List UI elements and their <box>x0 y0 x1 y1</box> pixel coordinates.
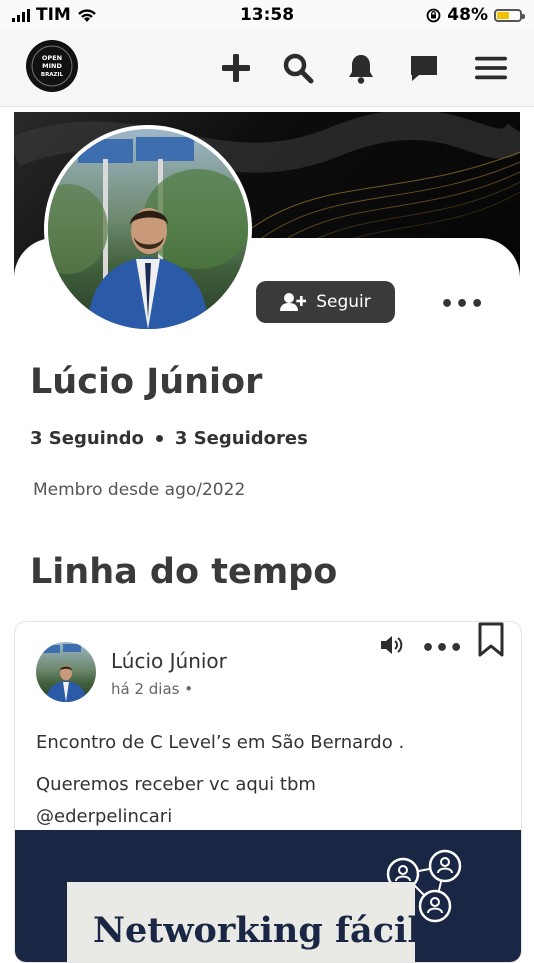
post-more-options-icon[interactable]: ••• <box>421 636 463 661</box>
follow-label: Seguir <box>316 292 371 312</box>
chat-icon[interactable] <box>408 52 440 84</box>
status-right: 48% <box>426 5 525 25</box>
brain-logo-icon: OPEN MIND BRAZIL <box>31 45 73 87</box>
post-date: há 2 dias • <box>111 680 194 698</box>
avatar-photo <box>48 129 248 329</box>
separator-dot <box>155 435 163 442</box>
plus-icon[interactable] <box>220 52 252 84</box>
follow-counts: 3 Seguindo 3 Seguidores <box>30 428 308 449</box>
menu-icon[interactable] <box>475 52 507 84</box>
svg-text:BRAZIL: BRAZIL <box>41 72 64 78</box>
post-image[interactable]: Networking fácil, <box>15 830 521 962</box>
profile-avatar[interactable] <box>44 125 252 333</box>
post-text-line: Encontro de C Level’s em São Bernardo . <box>36 732 405 753</box>
post-author-avatar[interactable] <box>36 642 96 702</box>
profile-name: Lúcio Júnior <box>30 362 263 402</box>
status-bar: TIM 13:58 48% <box>0 0 534 30</box>
timeline-heading: Linha do tempo <box>30 552 338 592</box>
orientation-lock-icon <box>426 8 441 22</box>
svg-text:MIND: MIND <box>42 62 62 70</box>
followers-count[interactable]: 3 Seguidores <box>175 428 308 449</box>
search-icon[interactable] <box>282 52 314 84</box>
post-mention-link[interactable]: @ederpelincari <box>36 806 172 827</box>
post-image-title: Networking fácil, <box>93 910 433 951</box>
site-logo[interactable]: OPEN MIND BRAZIL <box>26 40 78 92</box>
following-count[interactable]: 3 Seguindo <box>30 428 144 449</box>
post-author-name[interactable]: Lúcio Júnior <box>111 649 227 673</box>
battery-icon <box>494 8 525 22</box>
speaker-icon[interactable] <box>379 634 405 660</box>
profile-more-options-icon[interactable]: ••• <box>440 292 485 317</box>
add-user-icon <box>280 293 307 311</box>
follow-button[interactable]: Seguir <box>256 281 395 323</box>
member-since: Membro desde ago/2022 <box>33 480 246 500</box>
top-nav: OPEN MIND BRAZIL <box>0 30 534 107</box>
post-card: Lúcio Júnior há 2 dias • ••• Encontro de… <box>14 621 522 963</box>
post-image-card: Networking fácil, <box>67 882 433 962</box>
battery-percent: 48% <box>447 5 488 25</box>
post-text-line: Queremos receber vc aqui tbm <box>36 774 316 795</box>
svg-text:OPEN: OPEN <box>42 54 62 62</box>
bell-icon[interactable] <box>345 52 377 84</box>
bookmark-icon[interactable] <box>477 622 505 662</box>
